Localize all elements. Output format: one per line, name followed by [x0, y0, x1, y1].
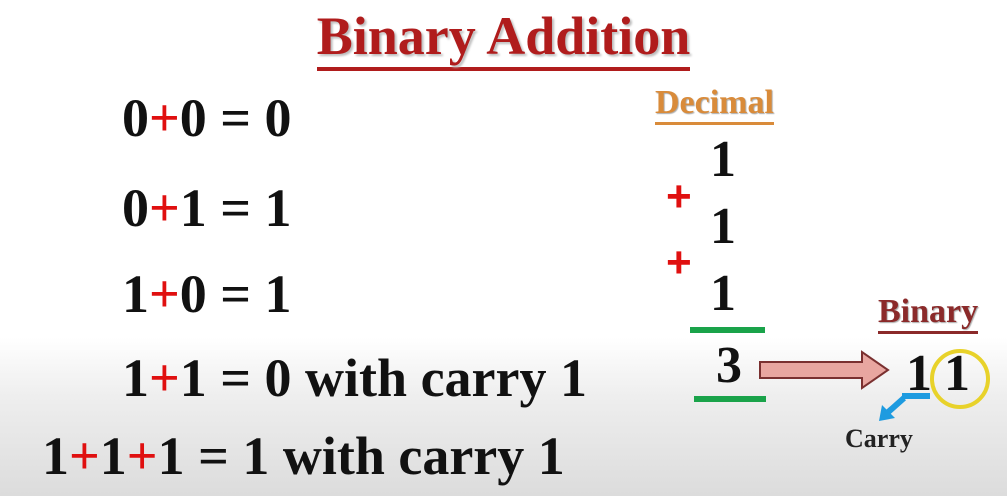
arrows-layer — [759, 350, 930, 421]
carry-arrow-icon — [879, 393, 930, 421]
conversion-arrow-icon — [759, 350, 890, 390]
